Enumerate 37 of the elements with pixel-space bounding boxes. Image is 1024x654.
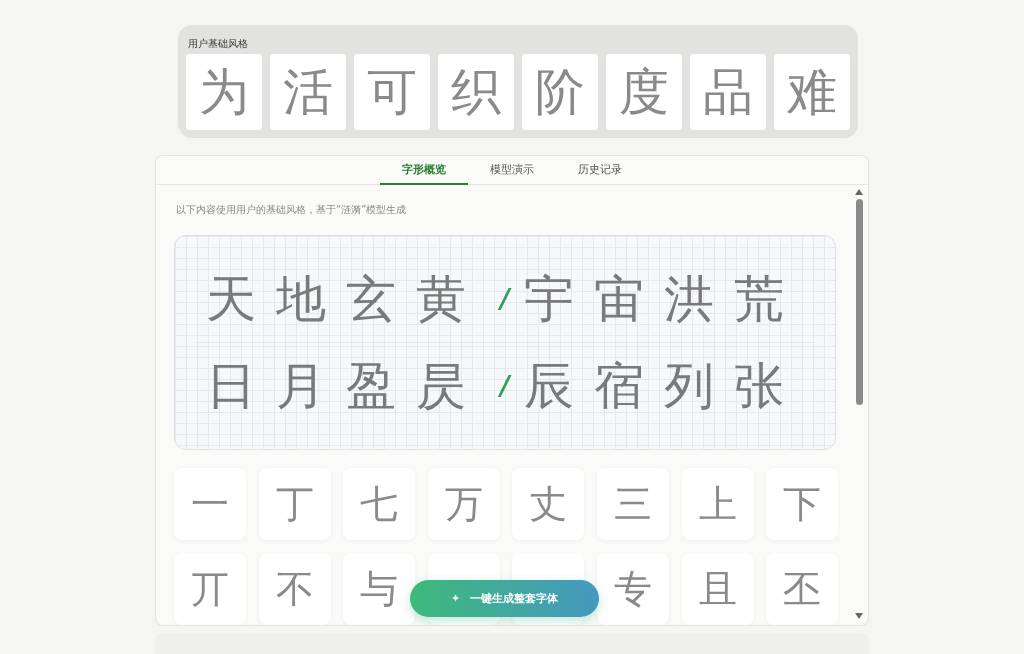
preview-phrase: 宇宙洪荒 <box>523 274 804 325</box>
glyph-tile: 活 <box>270 54 346 130</box>
glyph-tile: 难 <box>774 54 850 130</box>
glyph-tile: 织 <box>438 54 514 130</box>
scroll-down-icon[interactable] <box>855 613 863 620</box>
glyph-tile[interactable]: 上 <box>681 468 754 541</box>
glyph-tile: 可 <box>354 54 430 130</box>
base-style-title: 用户基础风格 <box>188 37 248 51</box>
description-text: 以下内容使用用户的基础风格，基于“涟漪”模型生成 <box>176 203 408 218</box>
glyph-tile: 度 <box>606 54 682 130</box>
glyph-tile[interactable]: 且 <box>681 553 754 626</box>
tab[interactable]: 模型演示 <box>468 156 556 186</box>
separator-slash: / <box>500 284 510 315</box>
glyph-tile: 阶 <box>522 54 598 130</box>
tab[interactable]: 历史记录 <box>556 156 644 186</box>
preview-phrase: 辰宿列张 <box>523 361 804 412</box>
scrollbar-thumb[interactable] <box>855 199 863 406</box>
preview-phrase: 日月盈昃 <box>206 361 487 412</box>
glyph-tile[interactable]: 不 <box>258 553 331 626</box>
glyph-tile[interactable]: 专 <box>596 553 669 626</box>
glyph-tile[interactable]: 丁 <box>258 468 331 541</box>
preview-phrase: 天地玄黄 <box>206 274 487 325</box>
glyph-tile[interactable]: 七 <box>343 468 416 541</box>
scroll-up-icon[interactable] <box>855 189 863 196</box>
glyph-tile[interactable]: 下 <box>766 468 839 541</box>
glyph-tile[interactable]: 与 <box>343 553 416 626</box>
glyph-tile[interactable]: 三 <box>596 468 669 541</box>
glyph-tile[interactable]: 丌 <box>174 553 246 626</box>
glyph-tile: 为 <box>186 54 262 130</box>
generate-font-button[interactable]: ✦ 一键生成整套字体 <box>410 580 599 618</box>
tab[interactable]: 字形概览 <box>380 156 468 186</box>
glyph-tile[interactable]: 一 <box>174 468 246 541</box>
glyph-tile[interactable]: 丈 <box>512 468 585 541</box>
glyph-tile: 品 <box>690 54 766 130</box>
glyph-tile[interactable]: 丕 <box>766 553 839 626</box>
glyph-tile[interactable]: 万 <box>427 468 500 541</box>
separator-slash: / <box>500 371 510 402</box>
